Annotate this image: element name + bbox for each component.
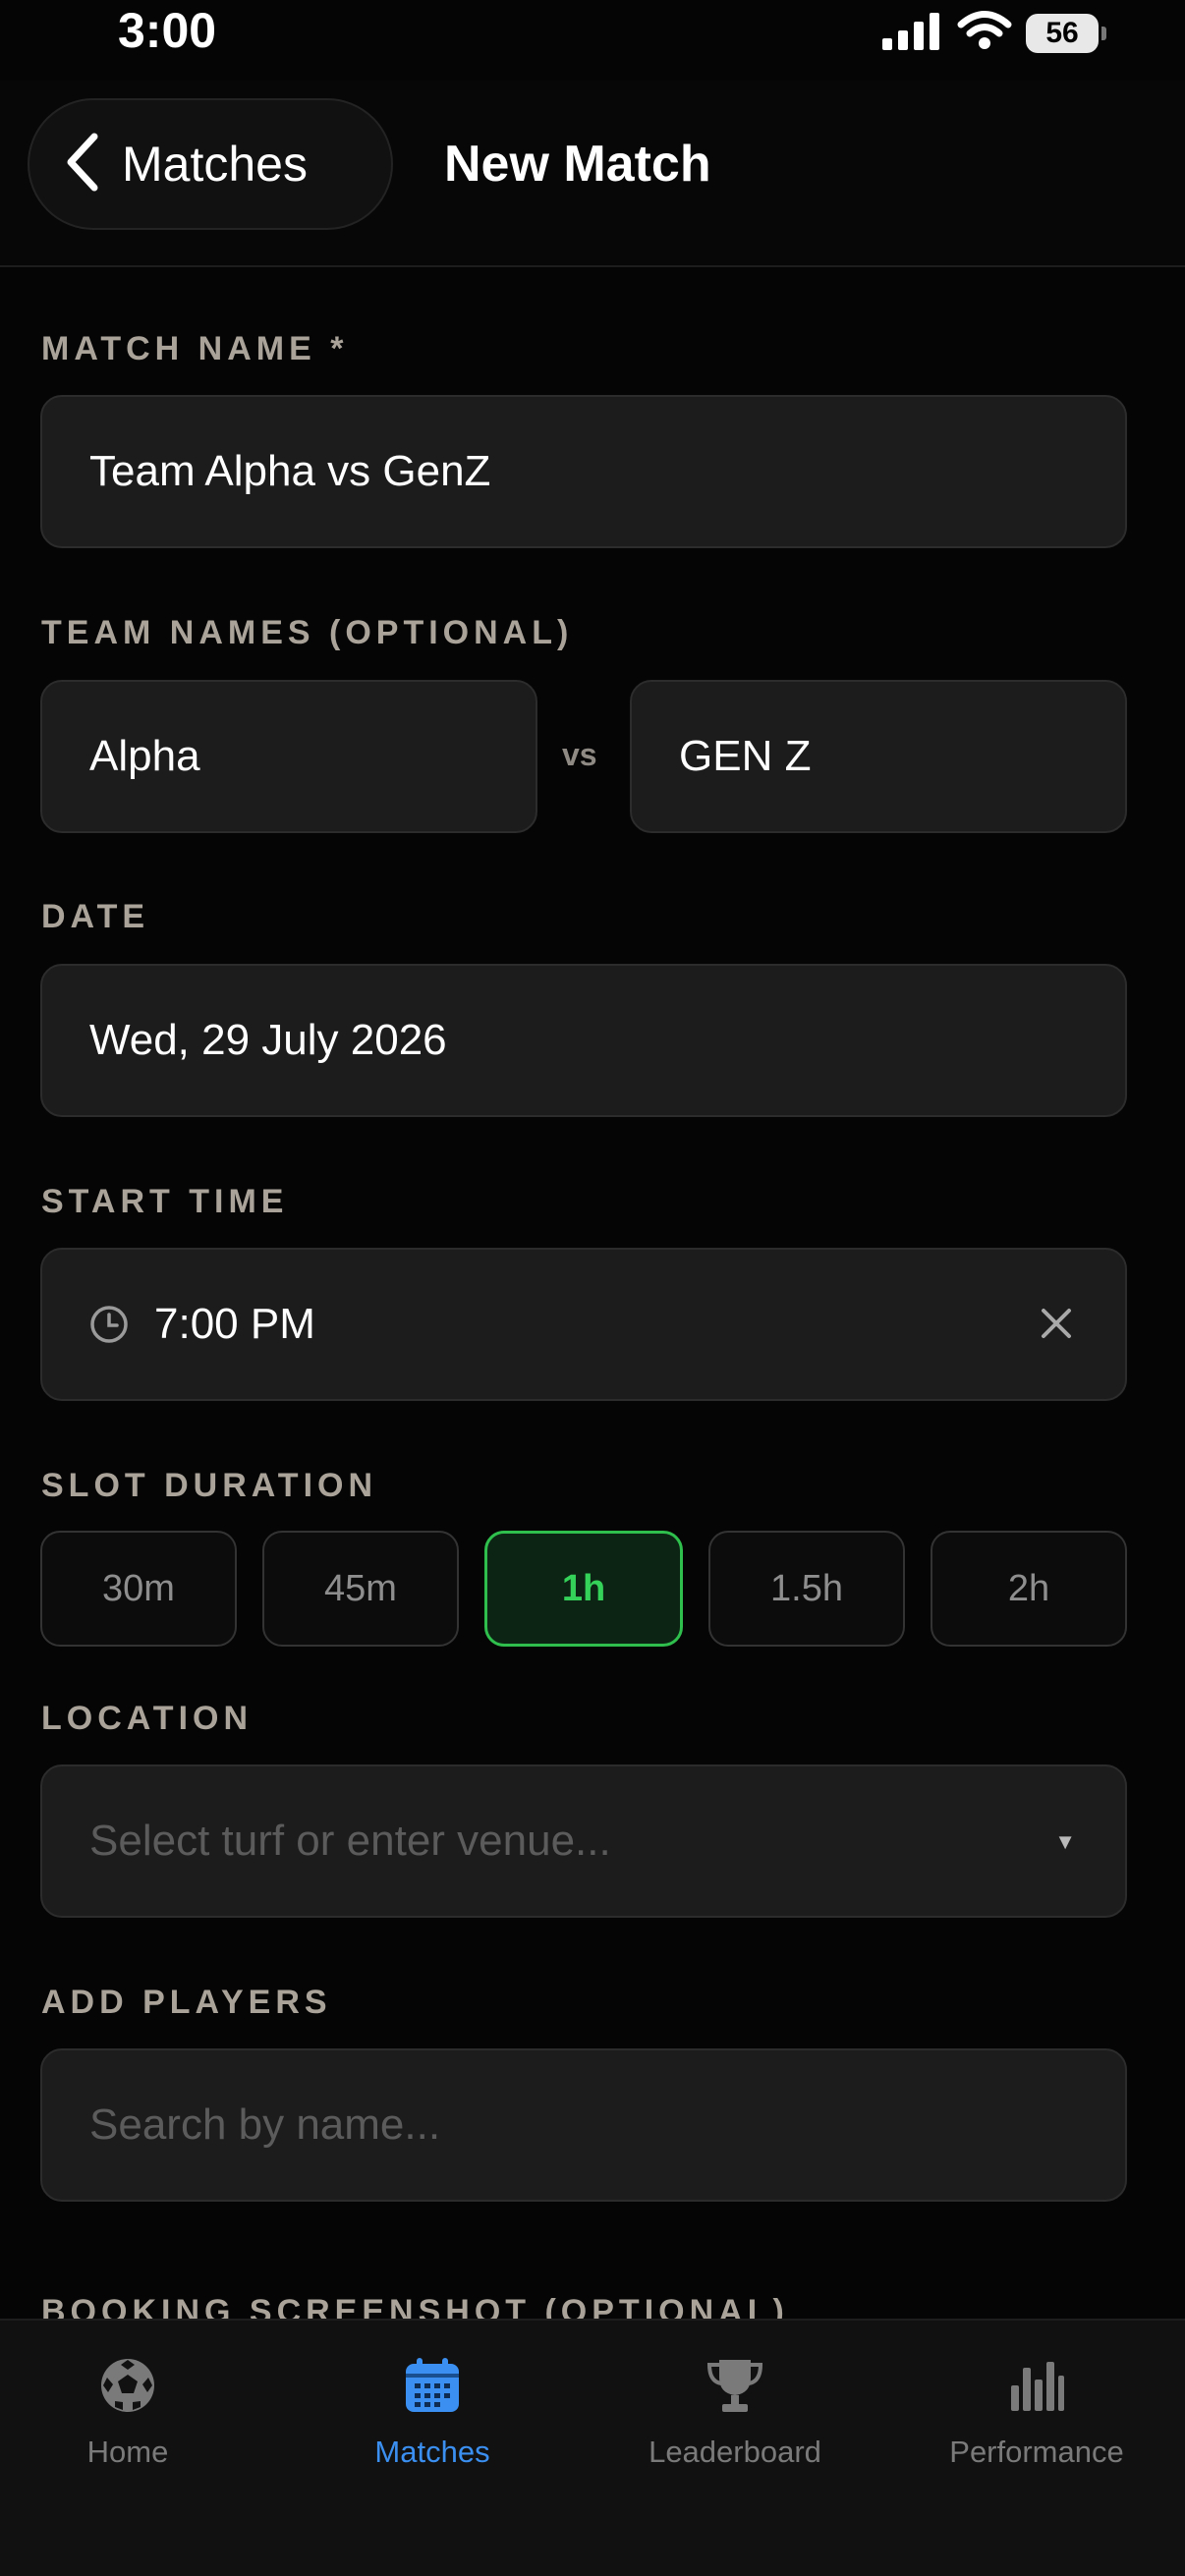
slot-duration-label: SLOT DURATION <box>41 1467 378 1504</box>
duration-option-30m[interactable]: 30m <box>40 1531 237 1647</box>
wifi-icon <box>957 10 1012 56</box>
tab-home[interactable]: Home <box>0 2354 275 2470</box>
back-button-label: Matches <box>122 137 308 192</box>
cellular-signal-icon <box>880 11 943 55</box>
nav-header: Matches New Match <box>0 81 1185 267</box>
start-time-label: START TIME <box>41 1183 289 1220</box>
match-name-label: MATCH NAME * <box>41 330 349 367</box>
tab-performance[interactable]: Performance <box>889 2354 1184 2470</box>
tab-bar: Home Matches Leaderboard Performance <box>0 2319 1185 2576</box>
location-select[interactable]: Select turf or enter venue... ▼ <box>40 1764 1127 1918</box>
team-names-label: TEAM NAMES (OPTIONAL) <box>41 614 574 651</box>
slot-duration-options: 30m 45m 1h 1.5h 2h <box>40 1531 1127 1647</box>
new-match-screen: 3:00 56 Matches New Match MATCH NAME * T… <box>0 0 1185 2576</box>
player-search-input[interactable]: Search by name... <box>40 2048 1127 2202</box>
battery-level: 56 <box>1026 13 1099 53</box>
back-button[interactable]: Matches <box>28 98 393 230</box>
player-search-placeholder: Search by name... <box>89 2100 441 2149</box>
battery-tip <box>1101 26 1106 40</box>
clock-icon <box>89 1305 129 1344</box>
start-time-value: 7:00 PM <box>154 1300 315 1348</box>
team-a-input[interactable]: Alpha <box>40 680 537 833</box>
date-value: Wed, 29 July 2026 <box>89 1016 447 1064</box>
soccer-ball-icon <box>98 2354 157 2417</box>
caret-down-icon: ▼ <box>1054 1829 1076 1854</box>
match-name-value: Team Alpha vs GenZ <box>89 447 491 495</box>
duration-option-2h[interactable]: 2h <box>931 1531 1127 1647</box>
location-label: LOCATION <box>41 1700 254 1737</box>
add-players-label: ADD PLAYERS <box>41 1984 332 2021</box>
date-field[interactable]: Wed, 29 July 2026 <box>40 964 1127 1117</box>
trophy-icon <box>705 2354 764 2417</box>
tab-performance-label: Performance <box>949 2435 1124 2469</box>
tab-matches[interactable]: Matches <box>285 2354 580 2470</box>
close-icon[interactable] <box>1039 1303 1074 1352</box>
calendar-icon <box>403 2354 462 2417</box>
duration-option-1h[interactable]: 1h <box>484 1531 683 1647</box>
team-b-input[interactable]: GEN Z <box>630 680 1127 833</box>
start-time-field[interactable]: 7:00 PM <box>40 1248 1127 1401</box>
team-a-value: Alpha <box>89 732 200 780</box>
tab-matches-label: Matches <box>374 2435 490 2469</box>
status-time: 3:00 <box>118 3 217 58</box>
vs-label: vs <box>562 737 597 772</box>
tab-leaderboard-label: Leaderboard <box>649 2435 821 2469</box>
status-bar: 3:00 56 <box>0 0 1185 79</box>
duration-option-1-5h[interactable]: 1.5h <box>708 1531 905 1647</box>
page-title: New Match <box>444 136 711 193</box>
tab-home-label: Home <box>86 2435 169 2469</box>
tab-leaderboard[interactable]: Leaderboard <box>588 2354 882 2470</box>
team-b-value: GEN Z <box>679 732 812 780</box>
location-placeholder: Select turf or enter venue... <box>89 1817 611 1865</box>
date-label: DATE <box>41 898 150 935</box>
match-name-input[interactable]: Team Alpha vs GenZ <box>40 395 1127 548</box>
battery-icon: 56 <box>1026 13 1106 54</box>
chevron-left-icon <box>65 133 100 196</box>
status-icons: 56 <box>880 10 1106 56</box>
bar-chart-icon <box>1007 2354 1066 2417</box>
duration-option-45m[interactable]: 45m <box>262 1531 459 1647</box>
